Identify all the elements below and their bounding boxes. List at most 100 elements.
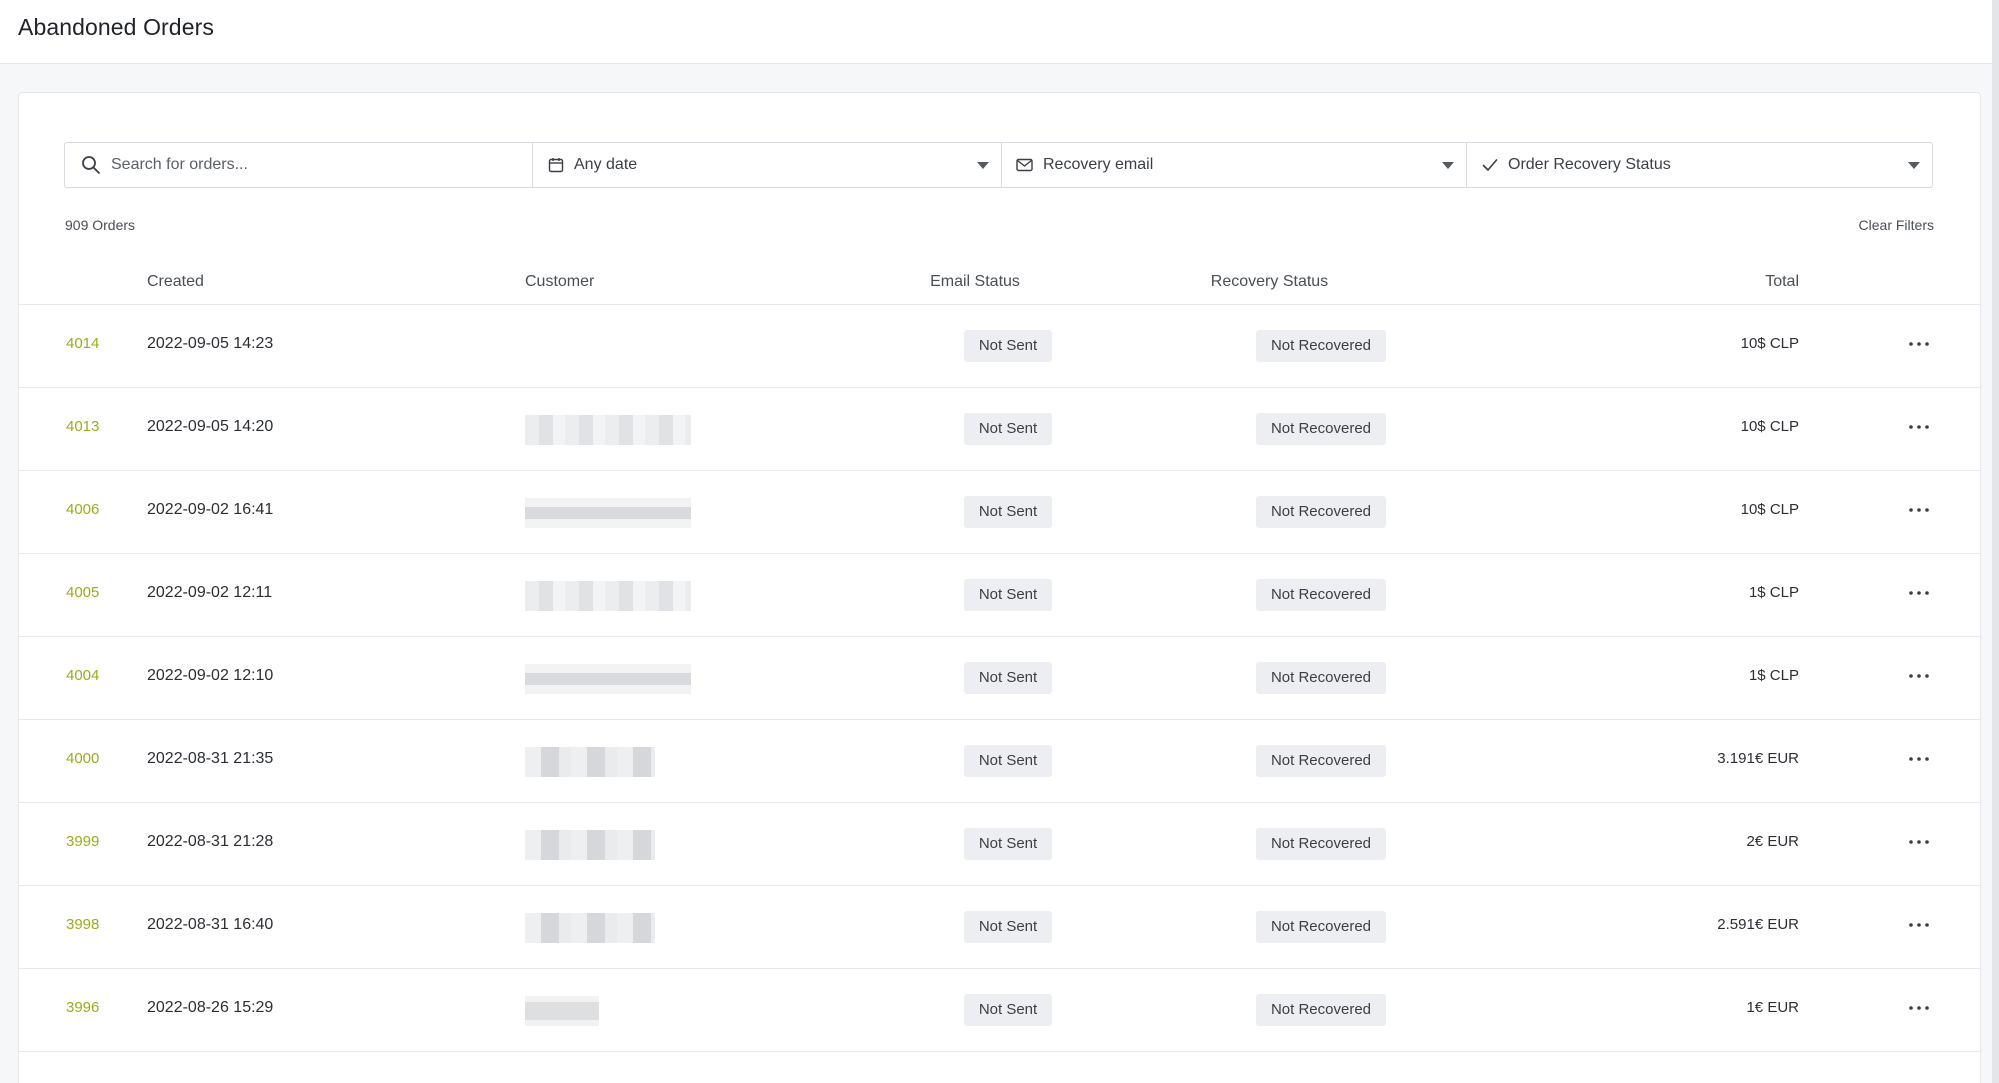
clear-filters-link[interactable]: Clear Filters bbox=[1859, 217, 1934, 233]
table-row[interactable]: 4000 2022-08-31 21:35 Not Sent Not Recov… bbox=[19, 720, 1980, 803]
table-row[interactable]: 3996 2022-08-26 15:29 Not Sent Not Recov… bbox=[19, 969, 1980, 1052]
table-header: Created Customer Email Status Recovery S… bbox=[19, 263, 1980, 305]
recovery-status-badge: Not Recovered bbox=[1256, 413, 1386, 445]
orders-count: 909 Orders bbox=[65, 217, 136, 233]
recovery-status-badge: Not Recovered bbox=[1256, 745, 1386, 777]
order-total: 1$ CLP bbox=[1748, 584, 1799, 601]
table-row[interactable]: 4013 2022-09-05 14:20 Not Sent Not Recov… bbox=[19, 388, 1980, 471]
more-horizontal-icon[interactable] bbox=[1905, 664, 1933, 688]
order-id-link[interactable]: 4013 bbox=[66, 418, 99, 435]
order-total: 2€ EUR bbox=[1746, 833, 1799, 850]
order-created: 2022-08-31 21:35 bbox=[147, 750, 274, 767]
order-total: 1€ EUR bbox=[1746, 999, 1799, 1016]
more-horizontal-icon[interactable] bbox=[1905, 415, 1933, 439]
more-horizontal-icon[interactable] bbox=[1905, 830, 1933, 854]
email-status-badge: Not Sent bbox=[964, 662, 1052, 694]
email-status-badge: Not Sent bbox=[964, 413, 1052, 445]
orders-card: Any date Recovery email Order Recovery S… bbox=[18, 92, 1981, 1083]
page-title: Abandoned Orders bbox=[18, 14, 214, 40]
order-id-link[interactable]: 4014 bbox=[66, 335, 99, 352]
calendar-icon bbox=[548, 157, 564, 173]
recovery-status-badge: Not Recovered bbox=[1256, 662, 1386, 694]
column-header-recovery-status[interactable]: Recovery Status bbox=[1197, 273, 1342, 291]
order-created: 2022-09-02 12:11 bbox=[147, 584, 273, 601]
table-row[interactable]: 4005 2022-09-02 12:11 Not Sent Not Recov… bbox=[19, 554, 1980, 637]
table-row[interactable]: 4004 2022-09-02 12:10 Not Sent Not Recov… bbox=[19, 637, 1980, 720]
email-status-badge: Not Sent bbox=[964, 496, 1052, 528]
email-filter-dropdown[interactable]: Recovery email bbox=[1002, 143, 1467, 187]
order-id-link[interactable]: 4004 bbox=[66, 667, 99, 684]
order-total: 2.591€ EUR bbox=[1717, 916, 1799, 933]
email-status-badge: Not Sent bbox=[964, 994, 1052, 1026]
recovery-status-badge: Not Recovered bbox=[1256, 828, 1386, 860]
date-filter-dropdown[interactable]: Any date bbox=[533, 143, 1002, 187]
search-input[interactable] bbox=[111, 156, 491, 174]
order-created: 2022-09-05 14:20 bbox=[147, 418, 274, 435]
order-id-link[interactable]: 3996 bbox=[66, 999, 99, 1016]
status-filter-value: Order Recovery Status bbox=[1508, 156, 1671, 173]
date-filter-value: Any date bbox=[574, 156, 638, 173]
order-created: 2022-08-26 15:29 bbox=[147, 999, 274, 1016]
table-row[interactable]: 4006 2022-09-02 16:41 Not Sent Not Recov… bbox=[19, 471, 1980, 554]
order-id-link[interactable]: 3998 bbox=[66, 916, 99, 933]
column-header-customer[interactable]: Customer bbox=[525, 273, 594, 291]
recovery-status-badge: Not Recovered bbox=[1256, 330, 1386, 362]
table-row[interactable]: 4014 2022-09-05 14:23 Not Sent Not Recov… bbox=[19, 305, 1980, 388]
order-created: 2022-09-02 16:41 bbox=[147, 501, 274, 518]
table-row[interactable]: 3998 2022-08-31 16:40 Not Sent Not Recov… bbox=[19, 886, 1980, 969]
redacted-customer bbox=[525, 913, 655, 943]
recovery-status-badge: Not Recovered bbox=[1256, 579, 1386, 611]
order-total: 10$ CLP bbox=[1740, 501, 1799, 518]
column-header-total[interactable]: Total bbox=[1765, 273, 1799, 291]
search-filter[interactable] bbox=[65, 143, 533, 187]
order-created: 2022-09-02 12:10 bbox=[147, 667, 274, 684]
chevron-down-icon bbox=[1908, 162, 1920, 169]
table-row[interactable]: 3999 2022-08-31 21:28 Not Sent Not Recov… bbox=[19, 803, 1980, 886]
order-id-link[interactable]: 4005 bbox=[66, 584, 99, 601]
order-total: 1$ CLP bbox=[1748, 667, 1799, 684]
column-header-created[interactable]: Created bbox=[147, 273, 204, 291]
status-filter-dropdown[interactable]: Order Recovery Status bbox=[1467, 143, 1932, 187]
order-created: 2022-08-31 16:40 bbox=[147, 916, 274, 933]
recovery-status-badge: Not Recovered bbox=[1256, 994, 1386, 1026]
more-horizontal-icon[interactable] bbox=[1905, 581, 1933, 605]
email-status-badge: Not Sent bbox=[964, 911, 1052, 943]
top-bar: Abandoned Orders bbox=[0, 0, 1999, 64]
order-total: 10$ CLP bbox=[1740, 418, 1799, 435]
check-icon bbox=[1482, 158, 1498, 172]
redacted-customer bbox=[525, 664, 691, 694]
email-status-badge: Not Sent bbox=[964, 828, 1052, 860]
envelope-icon bbox=[1016, 158, 1033, 172]
scrollbar-track[interactable] bbox=[1992, 0, 1999, 1083]
chevron-down-icon bbox=[977, 162, 989, 169]
redacted-customer bbox=[525, 581, 691, 611]
more-horizontal-icon[interactable] bbox=[1905, 332, 1933, 356]
email-status-badge: Not Sent bbox=[964, 330, 1052, 362]
redacted-customer bbox=[525, 747, 655, 777]
order-id-link[interactable]: 4006 bbox=[66, 501, 99, 518]
search-icon bbox=[81, 155, 101, 175]
email-filter-value: Recovery email bbox=[1043, 156, 1154, 173]
redacted-customer bbox=[525, 498, 691, 528]
recovery-status-badge: Not Recovered bbox=[1256, 496, 1386, 528]
email-status-badge: Not Sent bbox=[964, 745, 1052, 777]
order-total: 10$ CLP bbox=[1740, 335, 1799, 352]
order-created: 2022-08-31 21:28 bbox=[147, 833, 274, 850]
redacted-customer bbox=[525, 996, 599, 1026]
order-total: 3.191€ EUR bbox=[1717, 750, 1799, 767]
orders-table-body: 4014 2022-09-05 14:23 Not Sent Not Recov… bbox=[19, 305, 1980, 1052]
order-created: 2022-09-05 14:23 bbox=[147, 335, 274, 352]
more-horizontal-icon[interactable] bbox=[1905, 996, 1933, 1020]
chevron-down-icon bbox=[1442, 162, 1454, 169]
column-header-email-status[interactable]: Email Status bbox=[911, 273, 1039, 291]
order-id-link[interactable]: 3999 bbox=[66, 833, 99, 850]
order-id-link[interactable]: 4000 bbox=[66, 750, 99, 767]
more-horizontal-icon[interactable] bbox=[1905, 498, 1933, 522]
email-status-badge: Not Sent bbox=[964, 579, 1052, 611]
filter-bar: Any date Recovery email Order Recovery S… bbox=[64, 142, 1933, 188]
recovery-status-badge: Not Recovered bbox=[1256, 911, 1386, 943]
more-horizontal-icon[interactable] bbox=[1905, 913, 1933, 937]
redacted-customer bbox=[525, 415, 691, 445]
redacted-customer bbox=[525, 830, 655, 860]
more-horizontal-icon[interactable] bbox=[1905, 747, 1933, 771]
